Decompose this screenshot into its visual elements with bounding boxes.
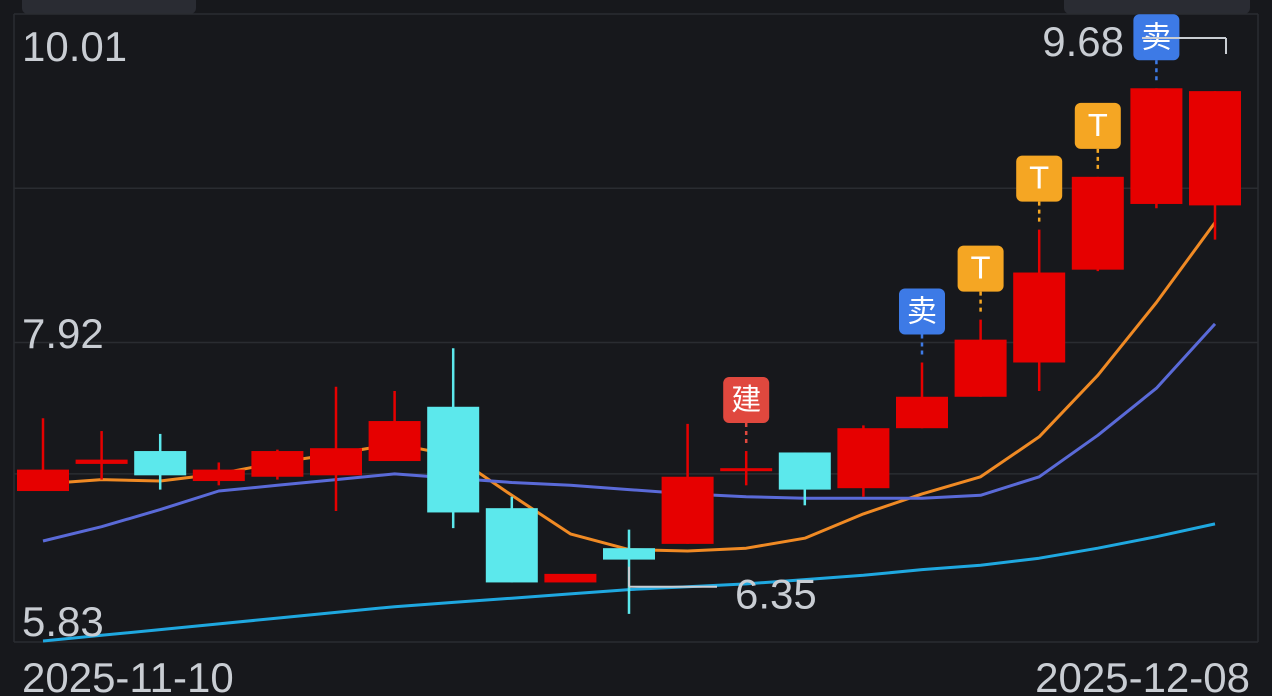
candle-body (778, 452, 831, 490)
min-value-label: 6.35 (735, 571, 817, 618)
y-tick-top: 10.01 (22, 23, 127, 70)
y-tick-mid: 7.92 (22, 310, 104, 357)
candle-body (1013, 272, 1066, 363)
signal-label: T (1088, 109, 1108, 144)
x-label-end: 2025-12-08 (1035, 654, 1250, 696)
candle-body (603, 548, 655, 560)
candle-body (310, 448, 362, 476)
candle-body (134, 451, 187, 476)
candle-body (837, 428, 890, 489)
grid-lines (13, 13, 1259, 643)
candle-body (192, 469, 245, 482)
candle-body (427, 406, 480, 513)
signal-label: T (970, 252, 990, 287)
candle-body (954, 339, 1007, 397)
candle-body (1071, 176, 1124, 270)
candle-body (485, 508, 538, 583)
y-tick-bottom: 5.83 (22, 598, 104, 645)
candle-body (544, 573, 597, 583)
x-label-start: 2025-11-10 (22, 654, 234, 696)
max-value-label: 9.68 (1042, 18, 1124, 65)
candle-body (75, 459, 128, 464)
candle-body (896, 396, 948, 429)
candle-body (17, 469, 69, 492)
candle-body (720, 468, 773, 472)
candle-body (661, 476, 714, 544)
candle-body (1189, 91, 1241, 206)
candle-body (368, 421, 421, 462)
candlestick-chart: 建卖TTT卖 9.686.35 10.01 7.92 5.83 2025-11-… (13, 13, 1259, 696)
signal-label: 卖 (907, 294, 937, 329)
signal-label: 建 (731, 383, 761, 418)
signal-label: T (1029, 162, 1049, 197)
candle-body (1130, 88, 1183, 204)
candle-body (251, 451, 304, 477)
